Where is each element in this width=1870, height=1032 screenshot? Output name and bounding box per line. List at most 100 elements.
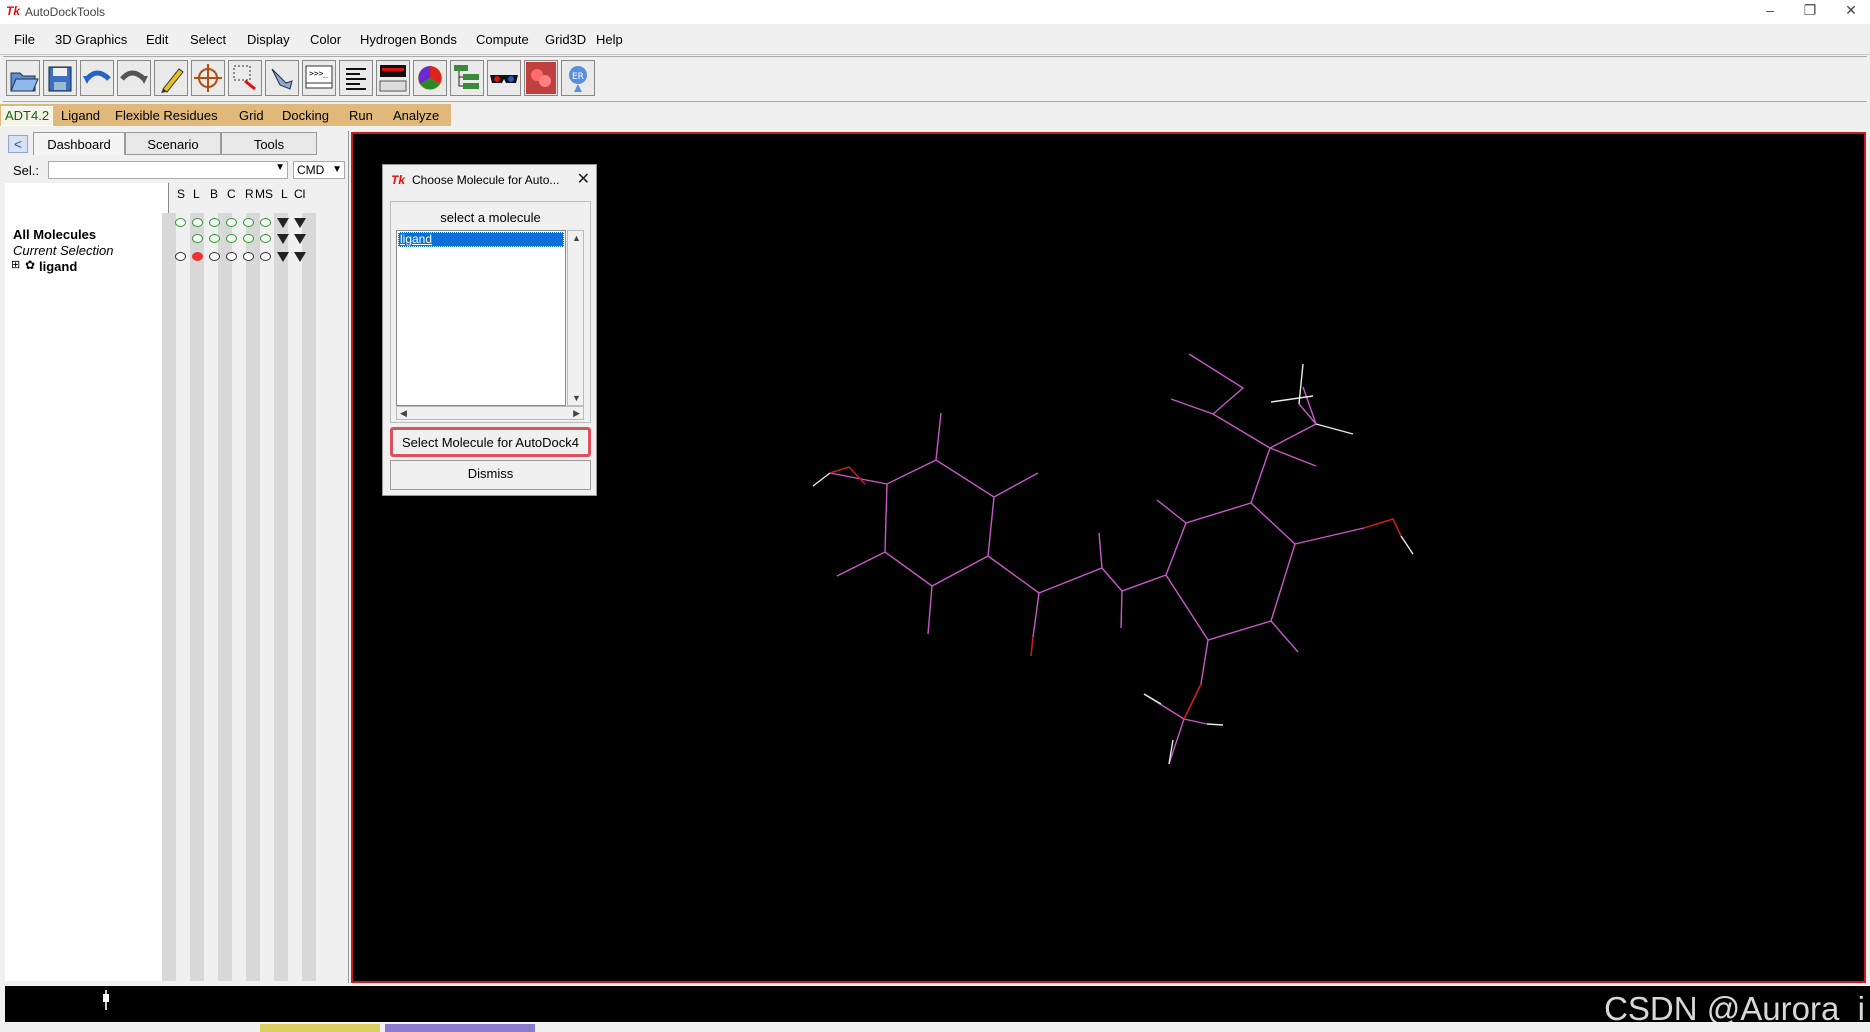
adt-version-label[interactable]: ADT4.2	[1, 106, 54, 126]
adt-menu-run[interactable]: Run	[349, 108, 373, 123]
toggle-lines[interactable]	[192, 234, 203, 243]
molecule-groupbox: select a molecule ligand ▲ ▼ ◀ ▶	[390, 201, 591, 423]
python-shell-icon[interactable]: >>>_	[302, 60, 336, 96]
tab-scenario[interactable]: Scenario	[125, 132, 221, 155]
save-icon[interactable]	[43, 60, 77, 96]
label-dropdown-icon[interactable]	[277, 218, 289, 228]
col-header-ms[interactable]: MS	[255, 187, 273, 201]
scroll-down-icon[interactable]: ▼	[572, 393, 581, 403]
toggle-cpk[interactable]	[226, 234, 237, 243]
back-arrow-icon[interactable]: <	[8, 135, 28, 153]
adt-menu-analyze[interactable]: Analyze	[393, 108, 439, 123]
tree-ligand[interactable]: ligand	[39, 259, 77, 274]
open-file-icon[interactable]	[6, 60, 40, 96]
adt-menu-docking[interactable]: Docking	[282, 108, 329, 123]
status-indicator	[385, 1024, 535, 1032]
text-align-icon[interactable]	[339, 60, 373, 96]
tab-tools[interactable]: Tools	[221, 132, 317, 155]
slider-handle[interactable]	[103, 994, 109, 1002]
window-title: AutoDockTools	[25, 5, 106, 19]
toggle-ribbon[interactable]	[243, 218, 254, 227]
toggle-cpk[interactable]	[226, 252, 237, 261]
toggle-msms[interactable]	[260, 252, 271, 261]
pick-hand-icon[interactable]	[265, 60, 299, 96]
color-sphere-icon[interactable]	[413, 60, 447, 96]
horizontal-scrollbar[interactable]: ◀ ▶	[396, 406, 584, 420]
list-item[interactable]: ligand	[398, 232, 564, 247]
toggle-ball-stick[interactable]	[209, 252, 220, 261]
label-dropdown-icon[interactable]	[277, 234, 289, 244]
toggle-ball-stick[interactable]	[209, 234, 220, 243]
col-header-c[interactable]: C	[227, 187, 236, 201]
dropdown-arrow-icon[interactable]: ▼	[275, 162, 285, 173]
toggle-ribbon[interactable]	[243, 234, 254, 243]
main-toolbar: >>>_ ER	[3, 56, 1867, 102]
crosshair-icon[interactable]	[191, 60, 225, 96]
menu-compute[interactable]: Compute	[476, 32, 529, 47]
toggle-msms[interactable]	[260, 234, 271, 243]
dismiss-button[interactable]: Dismiss	[390, 460, 591, 490]
scroll-up-icon[interactable]: ▲	[572, 233, 581, 243]
column-stripe	[190, 213, 204, 981]
scroll-right-icon[interactable]: ▶	[573, 408, 580, 419]
toggle-ribbon[interactable]	[243, 252, 254, 261]
col-header-l2[interactable]: L	[281, 187, 288, 201]
cmd-select[interactable]: CMD ▼	[293, 161, 345, 179]
tree-all-molecules[interactable]: All Molecules	[13, 227, 96, 242]
minimize-icon[interactable]: –	[1755, 2, 1785, 22]
cmd-dropdown-icon[interactable]: ▼	[332, 162, 342, 178]
menu-edit[interactable]: Edit	[146, 32, 168, 47]
hierarchy-icon[interactable]	[450, 60, 484, 96]
redo-icon[interactable]	[117, 60, 151, 96]
tk-app-icon: Tk	[6, 4, 21, 18]
col-header-b[interactable]: B	[210, 187, 218, 201]
column-stripe	[218, 213, 232, 981]
scroll-left-icon[interactable]: ◀	[400, 408, 407, 419]
close-icon[interactable]: ✕	[577, 169, 590, 189]
tree-current-selection[interactable]: Current Selection	[13, 243, 113, 258]
pencil-icon[interactable]	[154, 60, 188, 96]
adt-menu-ligand[interactable]: Ligand	[61, 108, 100, 123]
molecule-listbox[interactable]: ligand	[396, 230, 566, 406]
color-dropdown-icon[interactable]	[294, 234, 306, 244]
menu-hydrogen-bonds[interactable]: Hydrogen Bonds	[360, 32, 457, 47]
menu-help[interactable]: Help	[596, 32, 623, 47]
menu-file[interactable]: File	[14, 32, 35, 47]
adt-menu-grid[interactable]: Grid	[239, 108, 264, 123]
select-molecule-button[interactable]: Select Molecule for AutoDock4	[390, 427, 591, 457]
col-header-r[interactable]: R	[245, 187, 254, 201]
toggle-lines[interactable]	[192, 218, 203, 227]
red-molecule-icon[interactable]	[524, 60, 558, 96]
toggle-cpk[interactable]	[226, 218, 237, 227]
expand-icon[interactable]: ⊞	[11, 258, 20, 271]
toggle-msms[interactable]	[260, 218, 271, 227]
col-header-cl[interactable]: Cl	[294, 187, 305, 201]
menu-display[interactable]: Display	[247, 32, 290, 47]
color-dropdown-icon[interactable]	[294, 252, 306, 262]
menu-3d-graphics[interactable]: 3D Graphics	[55, 32, 127, 47]
color-dropdown-icon[interactable]	[294, 218, 306, 228]
toggle-lines-active[interactable]	[192, 252, 203, 261]
toggle-ball-stick[interactable]	[209, 218, 220, 227]
restore-icon[interactable]: ❐	[1795, 2, 1825, 22]
toggle-show[interactable]	[175, 218, 186, 227]
toggle-show[interactable]	[175, 252, 186, 261]
menu-grid3d[interactable]: Grid3D	[545, 32, 586, 47]
selection-input[interactable]: ▼	[48, 161, 288, 179]
tab-dashboard[interactable]: Dashboard	[33, 132, 125, 155]
label-dropdown-icon[interactable]	[277, 252, 289, 262]
adt-menu-flexible-residues[interactable]: Flexible Residues	[115, 108, 218, 123]
select-region-icon[interactable]	[228, 60, 262, 96]
column-stripe	[302, 213, 316, 981]
undo-icon[interactable]	[80, 60, 114, 96]
col-header-s[interactable]: S	[177, 187, 185, 201]
molecule-tree: All Molecules Current Selection ⊞ ✿ liga…	[5, 183, 169, 981]
stereo-glasses-icon[interactable]	[487, 60, 521, 96]
menu-select[interactable]: Select	[190, 32, 226, 47]
col-header-l[interactable]: L	[193, 187, 200, 201]
vertical-scrollbar[interactable]: ▲ ▼	[567, 230, 584, 406]
info-icon[interactable]: ER	[561, 60, 595, 96]
menu-color[interactable]: Color	[310, 32, 341, 47]
display-panel-icon[interactable]	[376, 60, 410, 96]
close-window-icon[interactable]: ✕	[1836, 2, 1866, 22]
